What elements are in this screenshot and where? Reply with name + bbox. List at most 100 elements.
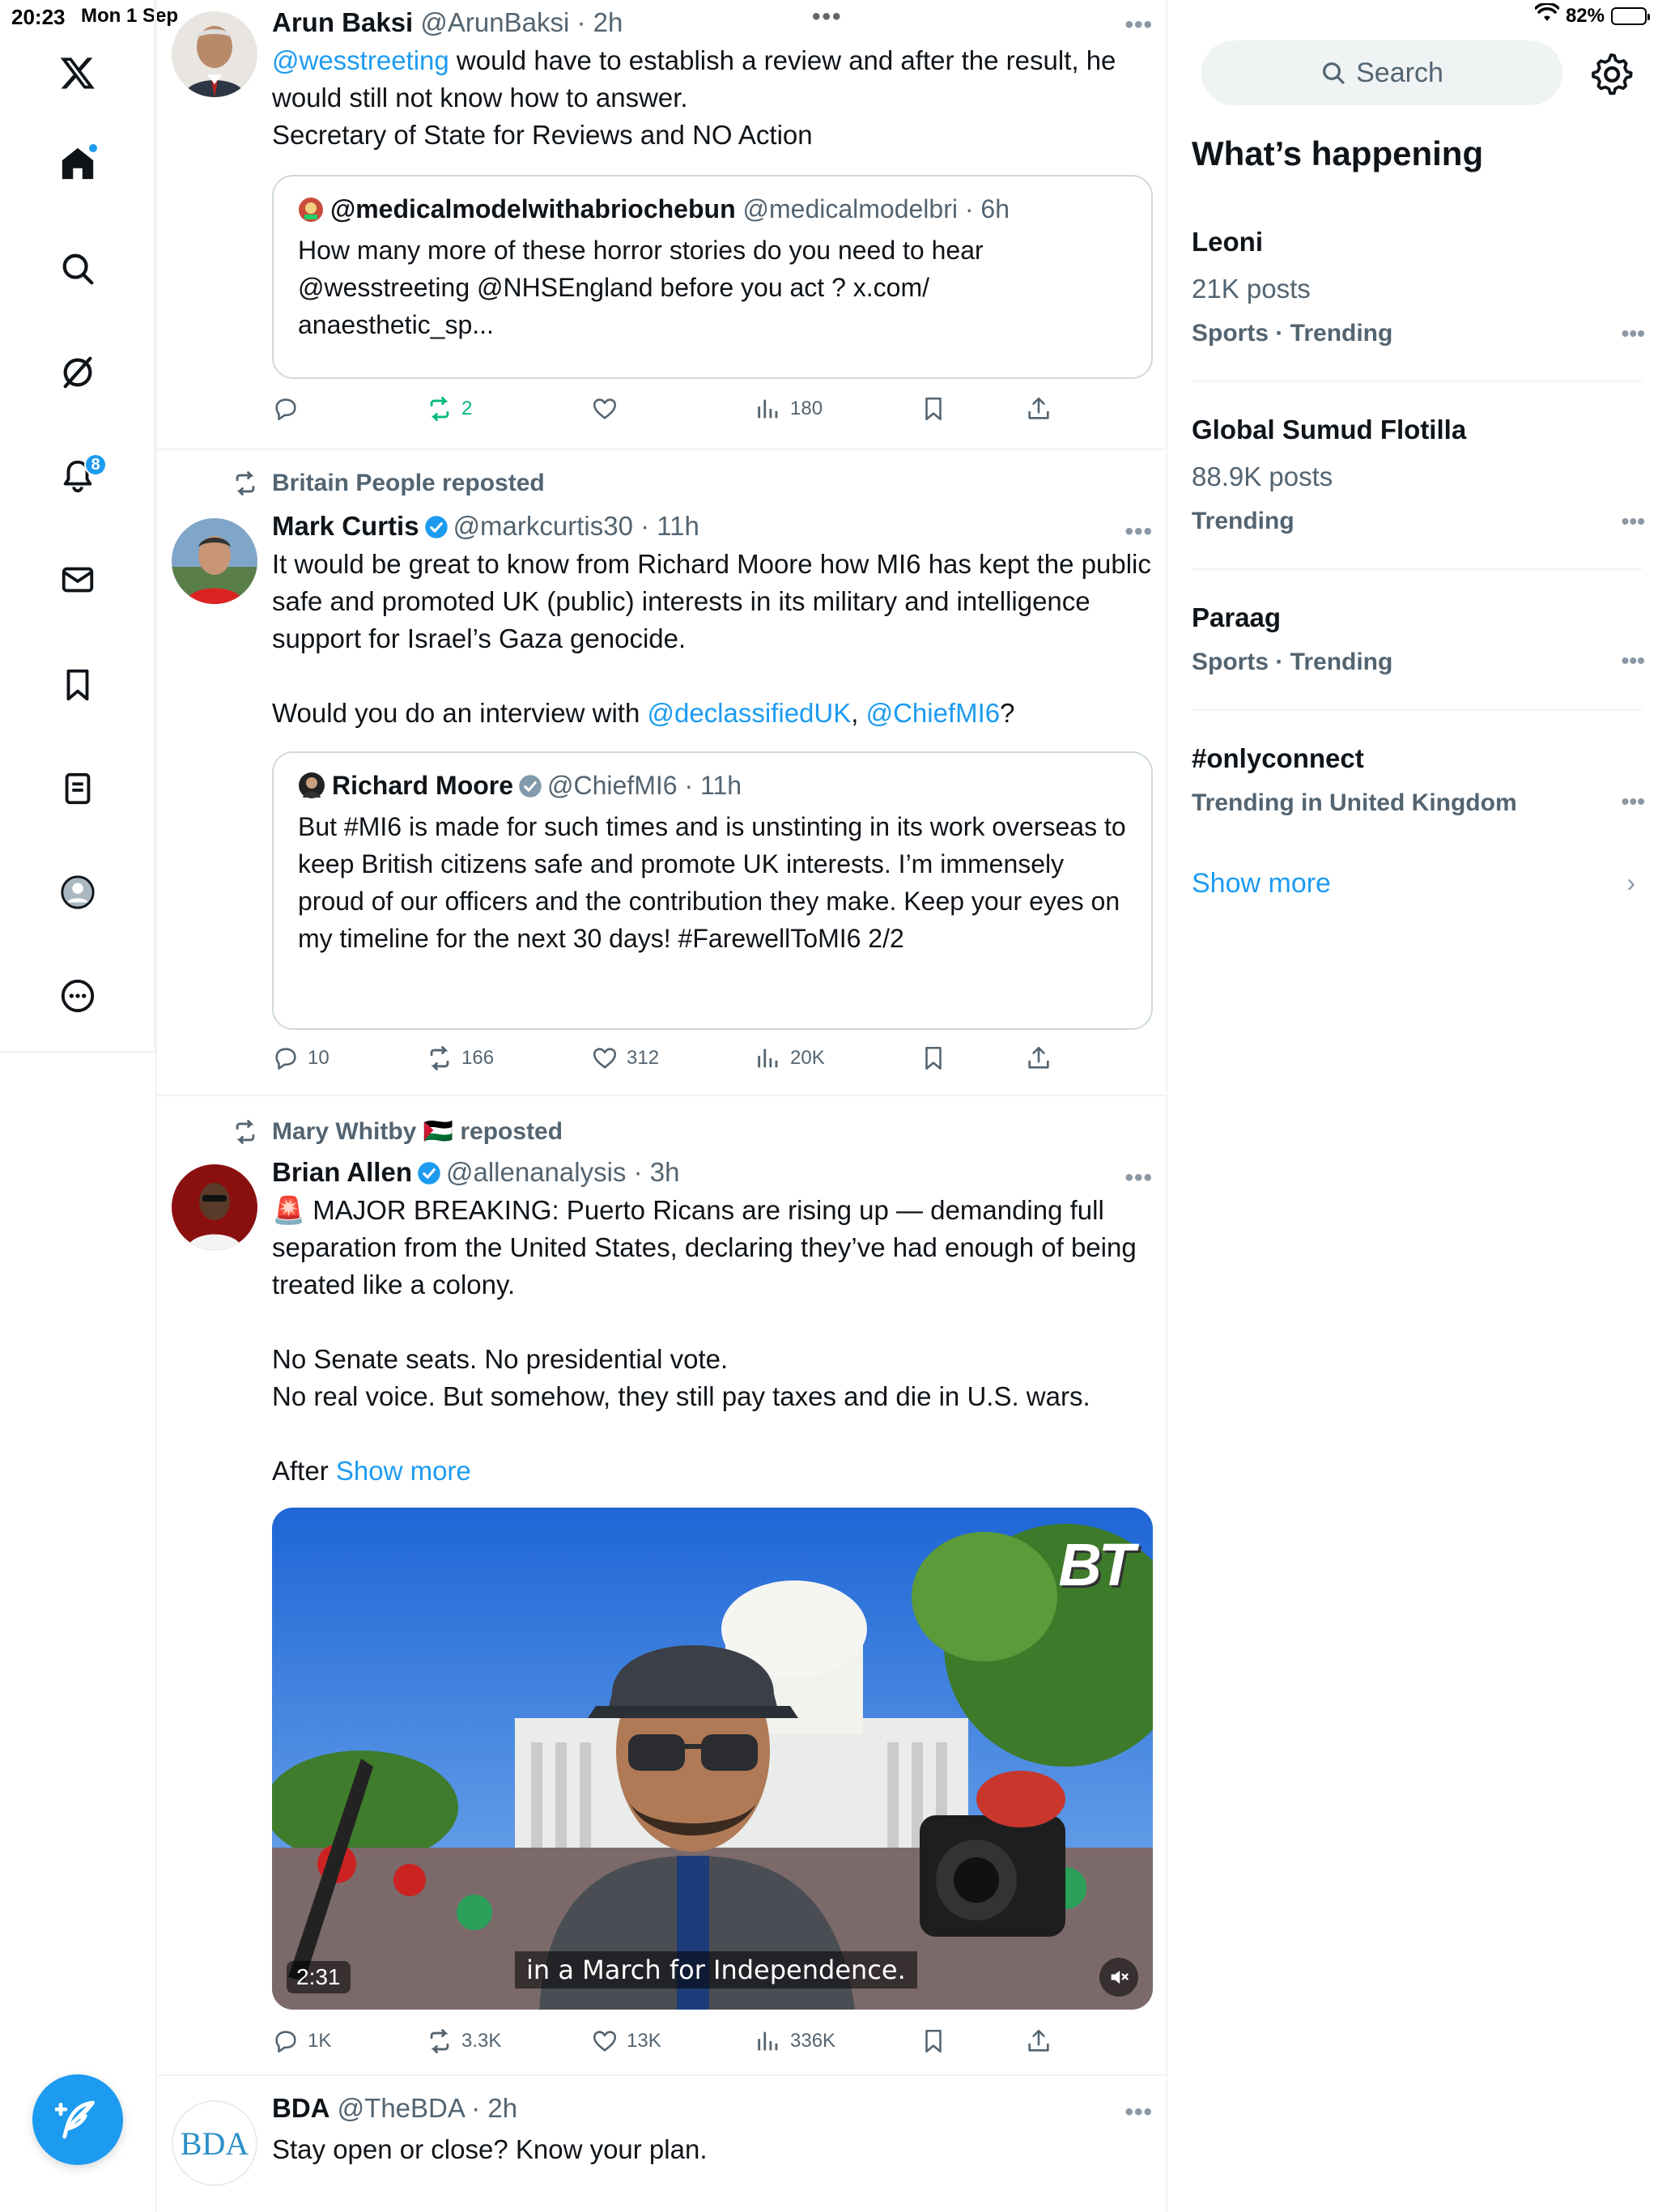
- compose-feather-icon: [55, 2100, 95, 2139]
- post-more-button[interactable]: •••: [1124, 11, 1153, 39]
- home-icon[interactable]: [53, 139, 102, 188]
- quoted-avatar: [299, 772, 325, 798]
- avatar[interactable]: [172, 518, 257, 604]
- author-name[interactable]: Arun Baksi: [272, 7, 413, 37]
- separator-dot: ·: [677, 771, 700, 800]
- trend-more-button[interactable]: •••: [1622, 508, 1645, 534]
- reposted-by-line[interactable]: Mary Whitby 🇵🇸 reposted: [232, 1117, 563, 1146]
- video-thumbnail: [272, 1508, 1153, 2010]
- show-more-link[interactable]: Show more: [336, 1456, 471, 1486]
- bookmark-button[interactable]: [920, 1044, 947, 1072]
- reply-button[interactable]: [272, 395, 308, 423]
- share-button[interactable]: [1025, 395, 1052, 423]
- search-icon[interactable]: [53, 245, 102, 293]
- share-icon: [1028, 1046, 1049, 1069]
- views-button[interactable]: 336K: [755, 2027, 835, 2055]
- author-name[interactable]: Mark Curtis: [272, 511, 419, 541]
- trend-more-button[interactable]: •••: [1622, 648, 1645, 674]
- settings-gear-icon[interactable]: [1588, 50, 1634, 96]
- reposted-by-text[interactable]: Britain People reposted: [272, 470, 545, 497]
- share-button[interactable]: [1025, 1044, 1052, 1072]
- post-mark-curtis[interactable]: Britain People reposted Mark Curtis @mark…: [157, 450, 1167, 1096]
- quoted-post[interactable]: @medicalmodelwithabriochebun @medicalmod…: [272, 175, 1153, 379]
- quoted-author-name: @medicalmodelwithabriochebun: [330, 194, 736, 223]
- video-player[interactable]: BT in a March for Independence. 2:31: [272, 1508, 1153, 2010]
- mention-link[interactable]: @ChiefMI6: [866, 698, 1001, 728]
- more-options-icon[interactable]: [53, 972, 102, 1020]
- video-duration: 2:31: [287, 1961, 351, 1993]
- views-button[interactable]: 20K: [755, 1044, 825, 1072]
- bookmarks-icon[interactable]: [53, 661, 102, 709]
- show-more-link[interactable]: Show more: [1192, 868, 1331, 900]
- post-time[interactable]: 11h: [657, 511, 699, 541]
- repost-count: 166: [461, 1047, 495, 1069]
- trend-item[interactable]: Global Sumud Flotilla 88.9K posts Trendi…: [1192, 411, 1645, 538]
- post-more-button[interactable]: •••: [1124, 1164, 1153, 1192]
- trend-item[interactable]: Leoni 21K posts Sports · Trending •••: [1192, 223, 1645, 350]
- trend-meta: Sports · Trending: [1192, 649, 1393, 675]
- post-more-button[interactable]: •••: [1124, 2099, 1153, 2126]
- mute-button[interactable]: [1099, 1958, 1138, 1997]
- author-handle[interactable]: @markcurtis30: [453, 511, 633, 541]
- reposted-by-text[interactable]: Mary Whitby 🇵🇸 reposted: [272, 1117, 563, 1146]
- author-name[interactable]: BDA: [272, 2093, 330, 2123]
- views-button[interactable]: 180: [755, 395, 823, 423]
- trend-item[interactable]: #onlyconnect Trending in United Kingdom …: [1192, 740, 1645, 819]
- avatar[interactable]: BDA: [172, 2100, 257, 2186]
- avatar[interactable]: [172, 1164, 257, 1250]
- repost-icon: [430, 2029, 449, 2053]
- whats-happening-title: What’s happening: [1192, 134, 1484, 172]
- post-brian-allen[interactable]: Mary Whitby 🇵🇸 reposted Brian Allen @alle…: [157, 1096, 1167, 2076]
- reply-button[interactable]: 1K: [272, 2027, 331, 2055]
- mention-link[interactable]: @wesstreeting: [272, 45, 449, 75]
- like-button[interactable]: 312: [591, 1044, 659, 1072]
- trend-name: Leoni: [1192, 227, 1263, 257]
- repost-button[interactable]: 166: [426, 1044, 494, 1072]
- reposted-by-line[interactable]: Britain People reposted: [232, 470, 545, 497]
- verified-badge-icon: [418, 1162, 440, 1185]
- messages-envelope-icon[interactable]: [53, 555, 102, 604]
- reply-button[interactable]: 10: [272, 1044, 329, 1072]
- separator-dot: ·: [632, 511, 657, 541]
- bookmark-button[interactable]: [920, 395, 947, 423]
- post-time[interactable]: 2h: [593, 7, 623, 37]
- heart-icon: [593, 1048, 617, 1069]
- trend-meta: Trending in United Kingdom: [1192, 789, 1517, 816]
- share-button[interactable]: [1025, 2027, 1052, 2055]
- bookmark-button[interactable]: [920, 2027, 947, 2055]
- search-input[interactable]: Search: [1201, 40, 1562, 105]
- like-button[interactable]: [591, 395, 627, 423]
- post-time[interactable]: 2h: [487, 2093, 517, 2123]
- profile-avatar-icon[interactable]: [53, 868, 102, 917]
- trend-more-button[interactable]: •••: [1622, 789, 1645, 815]
- repost-button[interactable]: 2: [426, 395, 472, 423]
- post-bda[interactable]: BDA BDA @TheBDA · 2h Stay open or close?…: [157, 2076, 1167, 2212]
- bookmark-icon: [925, 397, 942, 421]
- notifications-bell-icon[interactable]: 8: [53, 452, 107, 500]
- avatar[interactable]: [172, 11, 257, 97]
- like-button[interactable]: 13K: [591, 2027, 661, 2055]
- quoted-post[interactable]: Richard Moore @ChiefMI6 · 11h But #MI6 is…: [272, 751, 1153, 1030]
- view-count: 180: [790, 398, 823, 419]
- author-name[interactable]: Brian Allen: [272, 1157, 412, 1187]
- post-more-button[interactable]: •••: [1124, 518, 1153, 546]
- trend-item[interactable]: Paraag Sports · Trending •••: [1192, 599, 1645, 678]
- author-handle[interactable]: @TheBDA: [338, 2093, 464, 2123]
- lists-icon[interactable]: [53, 764, 102, 813]
- grok-icon[interactable]: [53, 348, 102, 397]
- mention-link[interactable]: @declassifiedUK: [647, 698, 851, 728]
- post-time[interactable]: 3h: [650, 1157, 680, 1187]
- trend-divider: [1192, 568, 1642, 570]
- left-sidebar: 8: [0, 0, 155, 1053]
- repost-button[interactable]: 3.3K: [426, 2027, 501, 2055]
- quoted-author-handle: @medicalmodelbri: [742, 194, 958, 223]
- verified-badge-icon: [424, 516, 448, 538]
- post-arun-baksi[interactable]: Arun Baksi @ArunBaksi · 2h @wesstreeting…: [157, 0, 1167, 450]
- compose-post-button[interactable]: [32, 2074, 123, 2165]
- reply-icon: [275, 398, 296, 421]
- trend-more-button[interactable]: •••: [1622, 321, 1645, 347]
- x-logo-icon[interactable]: [53, 49, 102, 97]
- repost-icon: [236, 1119, 255, 1144]
- author-handle[interactable]: @allenanalysis: [446, 1157, 626, 1187]
- author-handle[interactable]: @ArunBaksi: [420, 7, 569, 37]
